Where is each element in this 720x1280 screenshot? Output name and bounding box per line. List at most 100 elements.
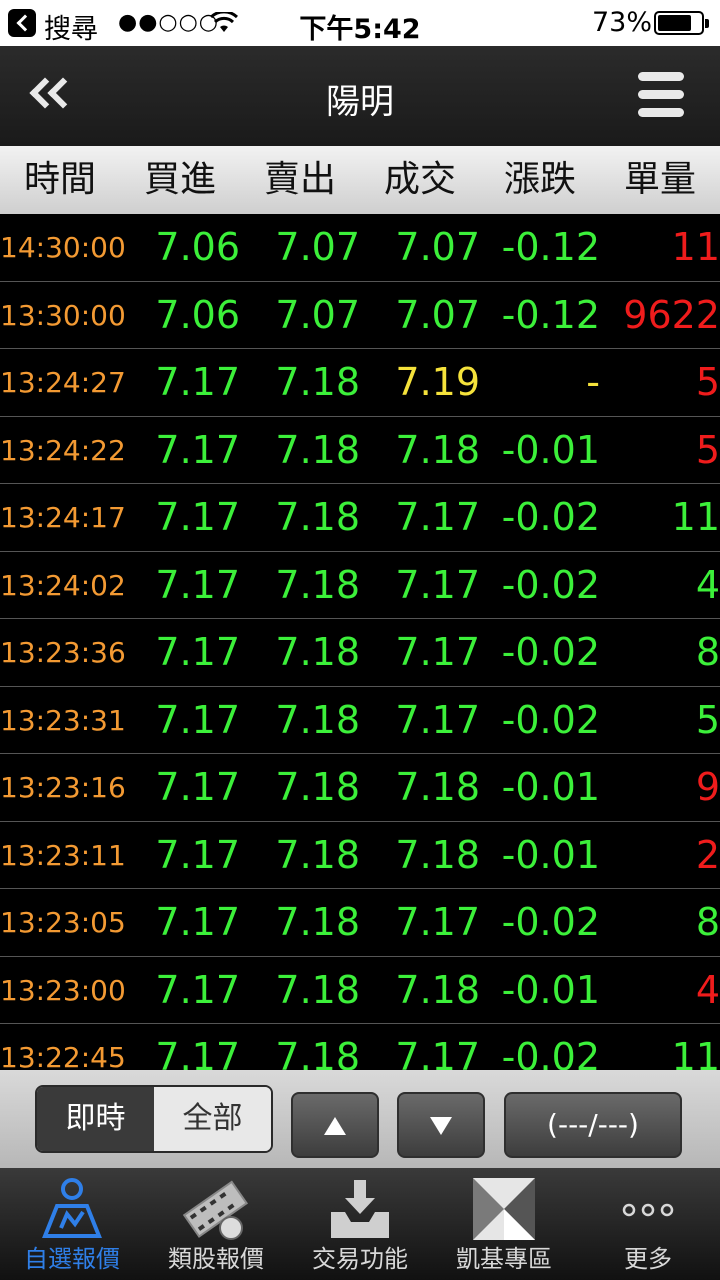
cell-sell: 7.07 <box>275 225 360 269</box>
header-time: 時間 <box>23 159 96 200</box>
tab-label: 更多 <box>624 1245 672 1273</box>
tab-label: 類股報價 <box>168 1245 264 1273</box>
table-row[interactable]: 13:30:00 7.06 7.07 7.07 -0.12 9622 <box>0 282 720 349</box>
cell-deal: 7.17 <box>395 1035 480 1070</box>
cell-change: -0.02 <box>501 562 600 607</box>
cell-time: 13:23:05 <box>0 906 126 939</box>
cell-change: -0.02 <box>501 495 600 539</box>
page-down-button[interactable] <box>397 1092 485 1158</box>
cell-sell: 7.18 <box>275 832 360 877</box>
tray-download-icon <box>331 1180 389 1238</box>
cell-volume: 4 <box>695 562 720 607</box>
cell-buy: 7.17 <box>155 1035 240 1070</box>
nav-bar: 陽明 <box>0 46 720 146</box>
tab-more[interactable]: 更多 <box>576 1168 720 1280</box>
cell-sell: 7.18 <box>275 360 360 404</box>
header-deal: 成交 <box>383 159 456 200</box>
table-row[interactable]: 13:23:05 7.17 7.18 7.17 -0.02 8 <box>0 889 720 957</box>
tab-label: 凱基專區 <box>456 1245 552 1273</box>
cell-time: 13:23:36 <box>0 636 126 669</box>
table-row[interactable]: 13:24:02 7.17 7.18 7.17 -0.02 4 <box>0 552 720 619</box>
cell-deal: 7.19 <box>395 360 480 404</box>
tab-watchlist[interactable]: 自選報價 <box>0 1168 144 1280</box>
table-row[interactable]: 13:24:22 7.17 7.18 7.18 -0.01 5 <box>0 417 720 484</box>
table-row[interactable]: 13:22:45 7.17 7.18 7.17 -0.02 11 <box>0 1024 720 1070</box>
page-indicator-button[interactable]: (---/---) <box>504 1092 682 1158</box>
cell-deal: 7.18 <box>395 832 480 877</box>
table-row[interactable]: 13:24:17 7.17 7.18 7.17 -0.02 11 <box>0 484 720 552</box>
cell-deal: 7.17 <box>395 630 480 674</box>
control-bar: 即時 全部 (---/---) <box>0 1070 720 1168</box>
table-row[interactable]: 13:23:36 7.17 7.18 7.17 -0.02 8 <box>0 619 720 687</box>
table-row[interactable]: 13:23:11 7.17 7.18 7.18 -0.01 2 <box>0 822 720 889</box>
cell-volume: 8 <box>695 900 720 944</box>
table-row[interactable]: 13:23:00 7.17 7.18 7.18 -0.01 4 <box>0 957 720 1024</box>
cell-deal: 7.07 <box>395 292 480 337</box>
tab-kgi-zone[interactable]: 凱基專區 <box>432 1168 576 1280</box>
kgi-logo-icon <box>473 1178 535 1240</box>
tab-label: 自選報價 <box>24 1245 120 1273</box>
battery-icon <box>654 11 709 35</box>
cell-time: 13:23:16 <box>0 771 126 804</box>
cell-volume: 9622 <box>623 292 720 337</box>
tab-bar: 自選報價 類股報價 交易功能 凱基專區 更多 <box>0 1168 720 1280</box>
cell-change: -0.12 <box>501 292 600 337</box>
cell-change: - <box>586 360 600 404</box>
cell-volume: 5 <box>695 697 720 742</box>
cell-change: -0.01 <box>501 832 600 877</box>
cell-time: 13:23:11 <box>0 838 126 872</box>
cell-buy: 7.17 <box>155 427 240 472</box>
page-up-button[interactable] <box>291 1092 379 1158</box>
cell-time: 13:24:02 <box>0 568 126 602</box>
cell-volume: 2 <box>695 832 720 877</box>
realtime-tab[interactable]: 即時 <box>37 1087 154 1151</box>
tab-sector-quotes[interactable]: 類股報價 <box>144 1168 288 1280</box>
cell-sell: 7.07 <box>275 292 360 337</box>
cell-deal: 7.18 <box>395 765 480 809</box>
mode-segmented-control[interactable]: 即時 全部 <box>35 1085 273 1153</box>
cell-deal: 7.17 <box>395 562 480 607</box>
cell-change: -0.02 <box>501 900 600 944</box>
cell-sell: 7.18 <box>275 697 360 742</box>
cell-deal: 7.18 <box>395 427 480 472</box>
cell-volume: 9 <box>695 765 720 809</box>
cell-time: 13:24:17 <box>0 501 126 534</box>
cell-volume: 5 <box>695 360 720 404</box>
cell-buy: 7.17 <box>155 630 240 674</box>
watchlist-icon <box>42 1178 102 1238</box>
menu-icon[interactable] <box>638 72 684 118</box>
more-dots-icon <box>622 1203 674 1217</box>
cell-buy: 7.17 <box>155 562 240 607</box>
cell-sell: 7.18 <box>275 427 360 472</box>
table-row[interactable]: 13:24:27 7.17 7.18 7.19 - 5 <box>0 349 720 417</box>
table-row[interactable]: 13:23:16 7.17 7.18 7.18 -0.01 9 <box>0 754 720 822</box>
cell-buy: 7.06 <box>155 225 240 269</box>
cell-sell: 7.18 <box>275 967 360 1012</box>
cell-change: -0.01 <box>501 427 600 472</box>
cell-time: 13:23:00 <box>0 973 126 1007</box>
header-change: 漲跌 <box>503 159 576 200</box>
battery-percent: 73% <box>592 7 653 38</box>
cell-deal: 7.17 <box>395 697 480 742</box>
table-row[interactable]: 13:23:31 7.17 7.18 7.17 -0.02 5 <box>0 687 720 754</box>
tab-trading[interactable]: 交易功能 <box>288 1168 432 1280</box>
header-volume: 單量 <box>623 159 696 200</box>
cell-change: -0.02 <box>501 1035 600 1070</box>
cell-buy: 7.17 <box>155 495 240 539</box>
cell-sell: 7.18 <box>275 765 360 809</box>
cell-deal: 7.17 <box>395 495 480 539</box>
tick-list[interactable]: 14:30:00 7.06 7.07 7.07 -0.12 11 13:30:00 7.06 7… <box>0 214 720 1070</box>
cell-volume: 4 <box>695 967 720 1012</box>
cell-change: -0.02 <box>501 697 600 742</box>
table-row[interactable]: 14:30:00 7.06 7.07 7.07 -0.12 11 <box>0 214 720 282</box>
cell-buy: 7.17 <box>155 765 240 809</box>
all-tab[interactable]: 全部 <box>154 1087 271 1151</box>
cell-volume: 5 <box>695 427 720 472</box>
triangle-down-icon <box>430 1117 452 1135</box>
cell-time: 13:23:31 <box>0 703 126 737</box>
cell-change: -0.02 <box>501 630 600 674</box>
header-buy: 買進 <box>143 159 216 200</box>
cell-sell: 7.18 <box>275 562 360 607</box>
cell-time: 14:30:00 <box>0 231 126 264</box>
cell-deal: 7.17 <box>395 900 480 944</box>
